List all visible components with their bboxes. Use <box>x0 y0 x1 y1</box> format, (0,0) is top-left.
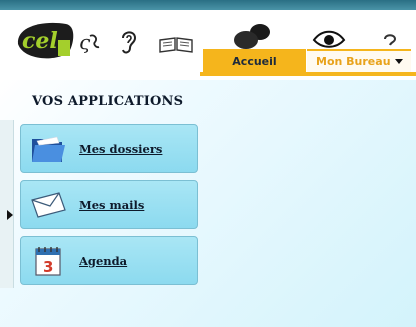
mail-icon <box>31 191 66 218</box>
reading-icon[interactable] <box>158 34 194 54</box>
app-label: Agenda <box>79 253 128 268</box>
app-mes-dossiers[interactable]: Mes dossiers <box>20 124 198 173</box>
svg-text:ς: ς <box>79 30 91 54</box>
expand-arrow-icon[interactable] <box>7 210 13 220</box>
tab-underline <box>200 72 416 76</box>
applications-panel: VOS APPLICATIONS Mes dossiers Mes mails … <box>0 80 416 327</box>
help-icon[interactable] <box>380 32 400 50</box>
app-agenda[interactable]: 3 Agenda <box>20 236 198 285</box>
calendar-day-text: 3 <box>43 258 53 276</box>
logo-text: cel <box>22 28 58 54</box>
calendar-icon: 3 <box>35 246 61 276</box>
chevron-down-icon[interactable] <box>395 59 403 64</box>
users-icon[interactable] <box>232 22 276 50</box>
header-banner: cel ς Accueil Mon Bureau <box>0 0 416 80</box>
header-strip <box>0 0 416 10</box>
section-title: VOS APPLICATIONS <box>32 94 184 109</box>
tab-mon-bureau-label: Mon Bureau <box>316 55 391 68</box>
hearing-icon[interactable] <box>118 28 140 56</box>
folder-icon <box>32 136 65 162</box>
side-panel <box>0 120 14 288</box>
tab-accueil[interactable]: Accueil <box>203 49 306 72</box>
app-label: Mes mails <box>79 197 145 212</box>
tab-mon-bureau[interactable]: Mon Bureau <box>307 49 411 72</box>
dyslexia-icon[interactable]: ς <box>78 30 100 54</box>
eye-icon[interactable] <box>312 30 346 50</box>
tab-accueil-label: Accueil <box>232 55 277 68</box>
app-mes-mails[interactable]: Mes mails <box>20 180 198 229</box>
cel-logo[interactable]: cel <box>14 16 76 62</box>
app-label: Mes dossiers <box>79 141 163 156</box>
